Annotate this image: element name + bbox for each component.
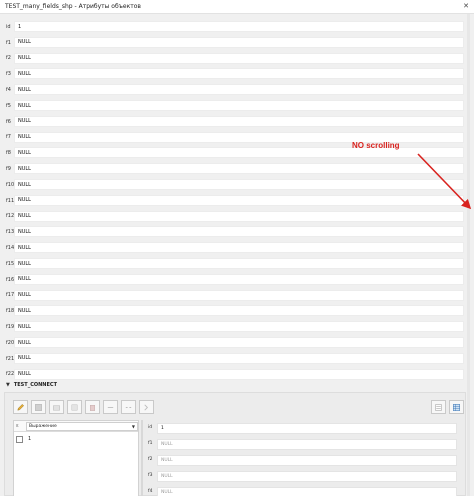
field-row: f15 NULL	[0, 256, 470, 272]
field-input[interactable]: NULL	[14, 52, 464, 64]
field-input[interactable]: NULL	[14, 68, 464, 80]
child-field-row: f1 NULL	[143, 436, 463, 452]
child-field-input[interactable]: 1	[157, 422, 457, 434]
relation-toolbar	[13, 400, 154, 416]
duplicate-icon	[71, 404, 78, 410]
chevron-down-icon: ▼	[131, 423, 135, 429]
field-input[interactable]: NULL	[14, 242, 464, 254]
window-title: TEST_many_fields_shp - Атрибуты объектов	[5, 3, 141, 10]
attribute-form: id 1 f1 NULL f2 NULL f3 NULL f4 NULL f5 NULL f6 NULL f…	[0, 14, 474, 384]
expression-select[interactable]: Выражение ▼	[26, 421, 138, 431]
child-form-pane: id 1 f1 NULL f2 NULL f3 NULL f4 NULL	[143, 420, 463, 496]
field-row: f5 NULL	[0, 98, 470, 114]
field-row: f21 NULL	[0, 351, 470, 367]
field-input[interactable]: NULL	[14, 36, 464, 48]
delete-feature-button[interactable]	[85, 400, 100, 414]
zoom-icon	[144, 403, 149, 411]
field-input[interactable]: NULL	[14, 289, 464, 301]
child-field-label: f3	[148, 473, 153, 478]
feature-list-pane: ε Выражение ▼ 1	[13, 420, 139, 496]
annotation-arrow-icon	[417, 153, 472, 210]
field-input[interactable]: NULL	[14, 273, 464, 285]
field-input[interactable]: NULL	[14, 321, 464, 333]
child-field-input[interactable]: NULL	[157, 454, 457, 466]
delete-icon	[90, 404, 95, 411]
child-field-input[interactable]: NULL	[157, 486, 457, 496]
field-row: f12 NULL	[0, 209, 470, 225]
field-row: f6 NULL	[0, 114, 470, 130]
child-field-label: f4	[148, 489, 153, 494]
form-view-icon	[435, 404, 442, 410]
field-row: f4 NULL	[0, 82, 470, 98]
field-row: f19 NULL	[0, 319, 470, 335]
field-input[interactable]: NULL	[14, 258, 464, 269]
annotation-label: NO scrolling	[352, 141, 400, 150]
toggle-editing-button[interactable]	[13, 400, 28, 414]
field-row: f1 NULL	[0, 35, 470, 51]
field-row: f17 NULL	[0, 288, 470, 304]
field-row: f3 NULL	[0, 66, 470, 82]
field-row: f20 NULL	[0, 335, 470, 351]
field-row: f14 NULL	[0, 240, 470, 256]
duplicate-feature-button[interactable]	[67, 400, 82, 414]
child-field-row: id 1	[143, 420, 463, 436]
field-input[interactable]: NULL	[14, 115, 464, 127]
list-item[interactable]: 1	[16, 434, 136, 444]
field-input[interactable]: 1	[14, 21, 464, 32]
field-input[interactable]: NULL	[14, 84, 464, 96]
collapse-triangle-icon[interactable]: ▼	[6, 382, 10, 388]
pencil-icon	[17, 403, 24, 411]
link-icon	[107, 406, 114, 408]
field-input[interactable]: NULL	[14, 352, 464, 364]
table-icon	[453, 403, 460, 411]
add-feature-icon	[53, 404, 60, 410]
child-field-input[interactable]: NULL	[157, 438, 457, 450]
field-row: f2 NULL	[0, 51, 470, 67]
unlink-feature-button[interactable]	[121, 400, 136, 414]
scrollbar-edge	[467, 14, 470, 496]
expression-bar: ε Выражение ▼	[14, 421, 138, 432]
field-row: f11 NULL	[0, 193, 470, 209]
field-input[interactable]: NULL	[14, 305, 464, 317]
field-input[interactable]: NULL	[14, 194, 464, 206]
field-input[interactable]: NULL	[14, 210, 464, 222]
field-row: f9 NULL	[0, 161, 470, 177]
save-edits-button[interactable]	[31, 400, 46, 414]
unlink-icon	[125, 406, 132, 408]
relation-name: TEST_CONNECT	[13, 382, 57, 388]
child-field-row: f2 NULL	[143, 452, 463, 468]
field-input[interactable]: NULL	[14, 226, 464, 238]
field-input[interactable]: NULL	[14, 100, 464, 111]
child-field-row: f3 NULL	[143, 468, 463, 484]
field-row: f10 NULL	[0, 177, 470, 193]
save-icon	[35, 403, 42, 411]
table-view-button[interactable]	[449, 400, 464, 414]
child-field-input[interactable]: NULL	[157, 470, 457, 482]
field-row: id 1	[0, 19, 470, 35]
zoom-to-feature-button[interactable]	[139, 400, 154, 414]
field-row: f13 NULL	[0, 224, 470, 240]
close-icon[interactable]: ✕	[462, 2, 470, 11]
link-feature-button[interactable]	[103, 400, 118, 414]
child-field-label: f2	[148, 457, 153, 462]
relation-panel: ε Выражение ▼ 1 id 1 f1 NULL f2 NULL f3 NULL f4 N…	[4, 392, 466, 496]
field-input[interactable]: NULL	[14, 337, 464, 348]
child-field-label: id	[148, 425, 153, 430]
window-titlebar: TEST_many_fields_shp - Атрибуты объектов…	[0, 0, 474, 14]
field-row: f16 NULL	[0, 272, 470, 288]
item-checkbox[interactable]	[16, 435, 23, 443]
child-field-row: f4 NULL	[143, 484, 463, 496]
field-input[interactable]: NULL	[14, 163, 464, 175]
form-view-button[interactable]	[431, 400, 446, 414]
field-input[interactable]: NULL	[14, 179, 464, 190]
child-field-label: f1	[148, 441, 153, 446]
field-row: f18 NULL	[0, 303, 470, 319]
add-feature-button[interactable]	[49, 400, 64, 414]
list-item-label: 1	[28, 436, 32, 442]
relation-header[interactable]: ▼ TEST_CONNECT	[0, 379, 470, 391]
expression-icon[interactable]: ε	[14, 423, 26, 429]
field-input[interactable]: NULL	[14, 368, 464, 380]
expression-select-value: Выражение	[29, 423, 57, 429]
view-toolbar	[431, 400, 464, 416]
